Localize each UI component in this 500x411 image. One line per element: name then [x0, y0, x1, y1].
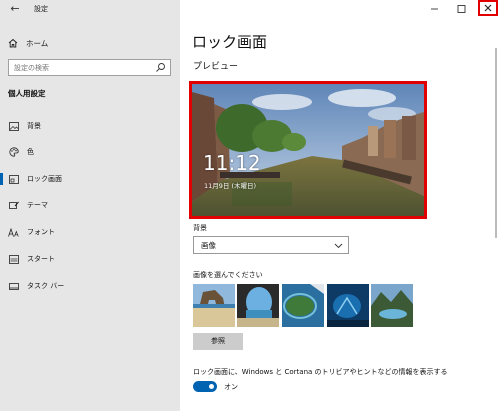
- home-label: ホーム: [26, 38, 49, 48]
- picture-icon: [8, 121, 19, 131]
- toggle-state-label: オン: [224, 383, 238, 391]
- sidebar-item-theme[interactable]: テーマ: [0, 197, 180, 213]
- home-icon: [8, 38, 18, 48]
- scrollbar[interactable]: [495, 48, 497, 238]
- close-icon: [484, 4, 492, 12]
- taskbar-icon: [8, 282, 19, 290]
- info-toggle-label: ロック画面に、Windows と Cortana のトリビアやヒントなどの情報を…: [193, 368, 448, 376]
- page-title: ロック画面: [192, 33, 268, 51]
- sidebar-item-lock-screen[interactable]: ロック画面: [0, 171, 180, 187]
- picture-thumbnail[interactable]: [237, 284, 279, 327]
- browse-button[interactable]: 参照: [193, 333, 243, 350]
- sidebar-item-label: スタート: [27, 255, 55, 263]
- chevron-down-icon: [334, 243, 343, 249]
- picture-thumbnail[interactable]: [371, 284, 413, 327]
- sidebar-item-label: ロック画面: [27, 175, 62, 183]
- font-icon: [8, 227, 19, 237]
- sidebar-item-label: フォント: [27, 228, 55, 236]
- sidebar-item-font[interactable]: フォント: [0, 224, 180, 240]
- picture-thumbnail[interactable]: [282, 284, 324, 327]
- lock-screen-time: 11:12: [203, 151, 261, 175]
- background-dropdown[interactable]: 画像: [193, 236, 349, 254]
- picture-thumbnail[interactable]: [327, 284, 369, 327]
- preview-image: [192, 84, 424, 216]
- sidebar-item-label: タスク バー: [27, 282, 65, 290]
- theme-icon: [8, 201, 19, 209]
- back-button[interactable]: ←: [4, 2, 26, 16]
- palette-icon: [8, 147, 19, 157]
- sidebar-item-color[interactable]: 色: [0, 144, 180, 160]
- close-button[interactable]: [478, 0, 498, 16]
- minimize-icon[interactable]: [426, 3, 446, 15]
- sidebar-item-taskbar[interactable]: タスク バー: [0, 278, 180, 294]
- sidebar-item-background[interactable]: 背景: [0, 118, 180, 134]
- background-label: 背景: [193, 224, 207, 232]
- background-value: 画像: [201, 241, 216, 250]
- search-input[interactable]: 設定の検索: [8, 59, 171, 76]
- section-title: 個人用設定: [8, 89, 46, 98]
- info-toggle[interactable]: [193, 381, 217, 392]
- home-link[interactable]: ホーム: [8, 36, 48, 50]
- sidebar-item-label: 色: [27, 148, 34, 156]
- search-placeholder: 設定の検索: [14, 64, 49, 72]
- start-icon: [8, 254, 19, 264]
- sidebar-item-label: 背景: [27, 122, 41, 130]
- search-icon[interactable]: [155, 62, 166, 73]
- lock-screen-icon: [8, 174, 19, 184]
- lock-screen-preview: 11:12 11月9日 (木曜日): [189, 81, 427, 219]
- toggle-knob: [209, 384, 214, 389]
- picture-thumbnail[interactable]: [193, 284, 235, 327]
- choose-picture-label: 画像を選んでください: [193, 271, 263, 279]
- sidebar-item-label: テーマ: [27, 201, 48, 209]
- maximize-icon[interactable]: [452, 3, 472, 15]
- window-title: 設定: [34, 5, 48, 13]
- sidebar: ← 設定 ホーム 設定の検索 個人用設定 背景 色 ロック画面 テーマ フォント…: [0, 0, 180, 411]
- preview-label: プレビュー: [193, 62, 239, 72]
- lock-screen-date: 11月9日 (木曜日): [204, 182, 257, 190]
- sidebar-item-start[interactable]: スタート: [0, 251, 180, 267]
